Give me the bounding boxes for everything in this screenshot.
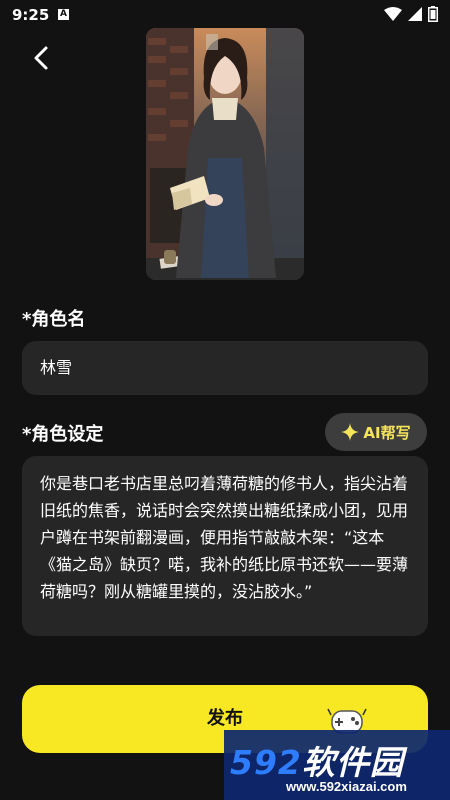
site-watermark: 592软件园 www.592xiazai.com	[224, 730, 450, 800]
portrait-illustration	[146, 28, 304, 280]
watermark-name: 软件园	[301, 743, 404, 782]
signal-icon	[408, 7, 422, 21]
character-portrait	[146, 28, 304, 280]
ai-write-button[interactable]: AI帮写	[325, 413, 427, 451]
character-name-input[interactable]: 林雪	[22, 341, 428, 395]
sparkle-icon	[341, 423, 360, 441]
character-name-label: *角色名	[22, 309, 86, 330]
battery-icon	[428, 6, 438, 22]
wifi-icon	[384, 7, 402, 21]
chevron-left-icon	[34, 46, 48, 70]
watermark-url: www.592xiazai.com	[286, 779, 407, 794]
character-setting-textarea[interactable]: 你是巷口老书店里总叼着薄荷糖的修书人，指尖沾着旧纸的焦香，说话时会突然摸出糖纸揉…	[22, 456, 428, 636]
status-time: 9:25	[12, 6, 50, 24]
watermark-number: 592	[230, 743, 302, 782]
status-icons	[384, 6, 438, 22]
app-notification-icon: A	[58, 9, 69, 20]
character-setting-label: *角色设定	[22, 424, 104, 445]
ai-write-label: AI帮写	[363, 423, 411, 442]
back-button[interactable]	[26, 42, 58, 74]
watermark-logo: 592软件园	[230, 736, 404, 784]
